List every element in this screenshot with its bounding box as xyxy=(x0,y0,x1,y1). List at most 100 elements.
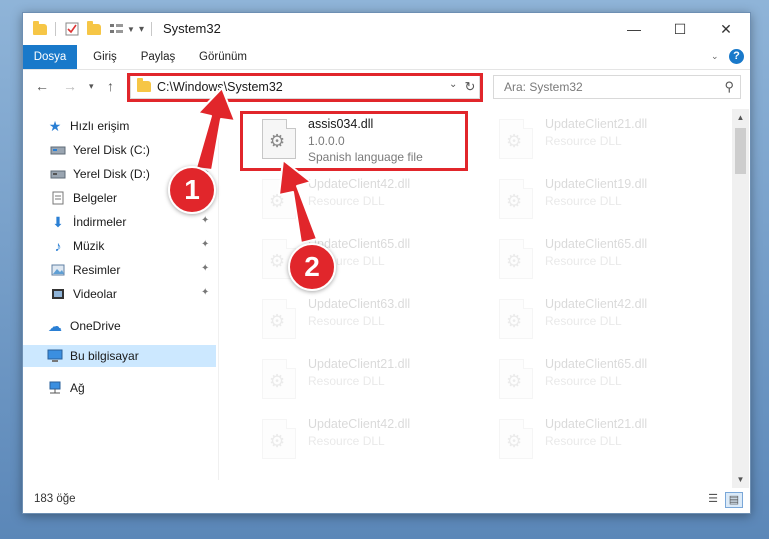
file-name: UpdateClient21.dll xyxy=(545,117,648,131)
file-description: Resource DLL xyxy=(545,134,622,148)
tab-share[interactable]: Paylaş xyxy=(133,45,183,69)
chevron-down-icon[interactable]: ▼ xyxy=(127,21,135,37)
minimize-button[interactable]: — xyxy=(611,13,657,45)
scroll-down-icon[interactable]: ▼ xyxy=(732,471,749,488)
pin-icon[interactable]: ✦ xyxy=(201,287,209,298)
file-tile[interactable]: ⚙ UpdateClient42.dll Resource DLL xyxy=(485,293,710,343)
file-description: Resource DLL xyxy=(545,374,622,388)
expand-ribbon-icon[interactable]: ⌄ xyxy=(711,51,719,62)
pin-icon[interactable]: ✦ xyxy=(201,215,209,226)
file-description: Resource DLL xyxy=(545,254,622,268)
tab-file[interactable]: Dosya xyxy=(23,45,77,69)
chevron-down-icon[interactable]: ⌄ xyxy=(449,79,457,90)
file-tile[interactable]: ⚙ UpdateClient65.dll Resource DLL xyxy=(485,233,710,283)
network-icon xyxy=(47,380,63,396)
file-description: Resource DLL xyxy=(545,434,622,448)
gear-icon: ⚙ xyxy=(506,371,523,391)
sidebar-item-quick-access[interactable]: ★ Hızlı erişim xyxy=(23,115,216,137)
refresh-icon[interactable]: ↻ xyxy=(459,75,482,99)
forward-arrow-icon[interactable]: → xyxy=(63,78,77,94)
file-tile[interactable]: ⚙ UpdateClient65.dll Resource DLL xyxy=(485,353,710,403)
file-name: UpdateClient42.dll xyxy=(308,417,411,431)
recent-locations-icon[interactable]: ▾ xyxy=(89,81,94,92)
search-box[interactable]: ⚲ xyxy=(493,75,741,99)
view-menu-icon[interactable] xyxy=(109,21,125,37)
close-button[interactable]: ✕ xyxy=(703,13,749,45)
address-bar[interactable]: C:\Windows\System32 ⌄ xyxy=(130,75,480,99)
properties-icon[interactable] xyxy=(65,21,79,37)
vertical-scrollbar[interactable]: ▲ ▼ xyxy=(732,109,749,488)
scroll-thumb[interactable] xyxy=(735,128,746,174)
search-icon[interactable]: ⚲ xyxy=(724,79,734,95)
details-view-icon[interactable]: ☰ xyxy=(705,492,721,506)
pin-icon[interactable]: ✦ xyxy=(201,263,209,274)
file-tile[interactable]: ⚙ UpdateClient21.dll Resource DLL xyxy=(485,413,710,463)
title-bar: ▼ ▾ System32 — ☐ ✕ xyxy=(23,13,750,45)
file-tile[interactable]: ⚙ UpdateClient19.dll Resource DLL xyxy=(485,173,710,223)
explorer-window: ▼ ▾ System32 — ☐ ✕ Dosya Giriş Paylaş Gö… xyxy=(22,12,751,514)
new-folder-icon[interactable] xyxy=(87,20,101,37)
file-name: UpdateClient42.dll xyxy=(308,177,411,191)
file-name: UpdateClient63.dll xyxy=(308,297,411,311)
cloud-icon: ☁ xyxy=(48,317,62,334)
documents-icon xyxy=(50,190,66,206)
sidebar-item-pictures[interactable]: Resimler ✦ xyxy=(23,259,216,281)
gear-icon: ⚙ xyxy=(269,131,286,151)
sidebar-item-onedrive[interactable]: ☁ OneDrive xyxy=(23,315,216,337)
drive-icon xyxy=(50,166,66,182)
dll-file-icon: ⚙ xyxy=(262,179,296,219)
address-path[interactable]: C:\Windows\System32 xyxy=(157,80,283,94)
dll-file-icon: ⚙ xyxy=(499,179,533,219)
step-1-badge: 1 xyxy=(168,166,216,214)
gear-icon: ⚙ xyxy=(269,191,286,211)
file-description: Resource DLL xyxy=(308,194,385,208)
sidebar-item-network[interactable]: Ağ xyxy=(23,377,216,399)
file-description: Resource DLL xyxy=(308,374,385,388)
drive-icon xyxy=(50,142,66,158)
tiles-view-icon[interactable]: ▤ xyxy=(725,492,743,508)
music-icon: ♪ xyxy=(54,238,62,254)
tab-view[interactable]: Görünüm xyxy=(191,45,255,69)
customize-toolbar-icon[interactable]: ▾ xyxy=(139,21,144,37)
help-icon[interactable]: ? xyxy=(729,49,744,64)
file-tile[interactable]: ⚙ UpdateClient42.dll Resource DLL xyxy=(248,173,473,223)
status-bar: 183 öğe ☰ ▤ xyxy=(23,488,750,512)
item-count: 183 öğe xyxy=(34,493,76,505)
file-description: Resource DLL xyxy=(545,194,622,208)
sidebar-item-downloads[interactable]: ⬇ İndirmeler ✦ xyxy=(23,211,216,233)
gear-icon: ⚙ xyxy=(506,131,523,151)
folder-icon xyxy=(137,78,151,95)
file-tile[interactable]: ⚙ UpdateClient42.dll Resource DLL xyxy=(248,413,473,463)
back-arrow-icon[interactable]: ← xyxy=(35,78,49,94)
scroll-up-icon[interactable]: ▲ xyxy=(732,109,749,126)
gear-icon: ⚙ xyxy=(269,431,286,451)
file-name: UpdateClient42.dll xyxy=(545,297,648,311)
search-input[interactable] xyxy=(502,76,706,98)
pane-divider[interactable] xyxy=(218,108,219,480)
sidebar-item-videos[interactable]: Videolar ✦ xyxy=(23,283,216,305)
file-list: ⚙ assis034.dll 1.0.0.0 Spanish language … xyxy=(228,109,728,479)
sidebar-item-disk-c[interactable]: Yerel Disk (C:) xyxy=(23,139,216,161)
dll-file-icon: ⚙ xyxy=(262,119,296,159)
file-tile[interactable]: ⚙ UpdateClient65.dll Resource DLL xyxy=(248,233,473,283)
file-description: Resource DLL xyxy=(308,314,385,328)
maximize-button[interactable]: ☐ xyxy=(657,13,703,45)
up-arrow-icon[interactable]: ↑ xyxy=(107,78,114,94)
file-tile-selected[interactable]: ⚙ assis034.dll 1.0.0.0 Spanish language … xyxy=(248,113,473,164)
sidebar-item-music[interactable]: ♪ Müzik ✦ xyxy=(23,235,216,257)
step-2-badge: 2 xyxy=(288,243,336,291)
star-icon: ★ xyxy=(48,117,62,134)
dll-file-icon: ⚙ xyxy=(262,419,296,459)
dll-file-icon: ⚙ xyxy=(499,419,533,459)
dll-file-icon: ⚙ xyxy=(262,299,296,339)
divider xyxy=(55,22,56,36)
tab-home[interactable]: Giriş xyxy=(83,45,127,69)
file-tile[interactable]: ⚙ UpdateClient21.dll Resource DLL xyxy=(248,353,473,403)
dll-file-icon: ⚙ xyxy=(499,299,533,339)
pin-icon[interactable]: ✦ xyxy=(201,239,209,250)
sidebar-item-this-pc[interactable]: Bu bilgisayar xyxy=(23,345,216,367)
folder-icon xyxy=(33,20,47,37)
file-tile[interactable]: ⚙ UpdateClient63.dll Resource DLL xyxy=(248,293,473,343)
file-tile[interactable]: ⚙ UpdateClient21.dll Resource DLL xyxy=(485,113,710,163)
ribbon-tabs: Dosya Giriş Paylaş Görünüm ⌄ ? xyxy=(23,45,750,70)
